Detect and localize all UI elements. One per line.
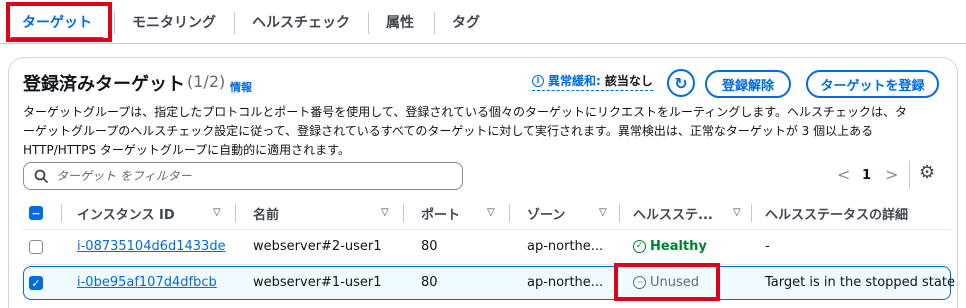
instance-name: webserver#2-user1 [253,239,382,254]
sort-down-icon[interactable]: ▽ [487,207,495,218]
port-value: 80 [421,239,438,254]
chevron-right-icon[interactable]: > [885,165,898,184]
column-divider [751,204,752,222]
column-divider [619,204,620,222]
tab-divider [114,12,115,34]
pager-divider [909,161,910,189]
refresh-icon: ↻ [674,73,688,93]
gear-icon[interactable]: ⚙ [919,162,935,183]
column-header-zone[interactable]: ゾーン [527,204,565,223]
column-header-name[interactable]: 名前 [253,204,279,223]
health-status: ✓ Healthy [633,239,707,254]
highlight-box-targets-tab [6,2,112,42]
deregister-button[interactable]: 登録解除 [705,70,791,98]
info-link[interactable]: 情報 [230,79,252,95]
column-header-health-status[interactable]: ヘルスステ... [633,204,713,223]
column-header-health-details[interactable]: ヘルスステータスの詳細 [765,204,908,223]
column-divider [61,204,62,222]
row-divider [23,229,951,230]
description-line: HTTP/HTTPS ターゲットグループに自動的に適用されます。 [23,143,350,157]
description-line: ーゲットグループのヘルスチェック設定に従って、登録されているすべてのターゲットに… [23,124,874,138]
highlight-box-unused-status [614,263,720,301]
info-circle-icon: i [532,74,544,87]
search-icon [34,169,48,183]
table-header: − インスタンス ID ▽ 名前 ▽ ポート ▽ ゾーン ▽ ヘルスステ... … [23,198,951,228]
tab-divider [434,12,435,34]
table-row[interactable]: i-08735104d6d1433de webserver#2-user1 80… [23,231,951,263]
tab-monitoring[interactable]: モニタリング [132,0,216,44]
page-number[interactable]: 1 [862,168,871,183]
selection-count: (1/2) [187,72,226,91]
registered-targets-panel: 登録済みターゲット (1/2) 情報 i 異常緩和: 該当なし ↻ 登録解除 タ… [8,57,958,308]
column-divider [509,204,510,222]
column-header-port[interactable]: ポート [421,204,460,223]
tab-attributes[interactable]: 属性 [386,0,414,44]
panel-title: 登録済みターゲット [23,74,185,95]
check-circle-icon: ✓ [633,240,646,253]
instance-name: webserver#1-user1 [253,275,382,290]
health-status-label: Healthy [650,239,707,254]
zone-value: ap-northe... [527,239,604,254]
filter-input[interactable] [56,169,436,183]
panel-description: ターゲットグループは、指定したプロトコルとポート番号を使用して、登録されている個… [23,103,907,160]
tab-tags[interactable]: タグ [452,0,480,44]
sort-down-icon[interactable]: ▽ [213,207,221,218]
refresh-button[interactable]: ↻ [667,69,695,97]
tab-divider [234,12,235,34]
row-checkbox[interactable] [29,240,43,254]
chevron-left-icon[interactable]: < [837,165,850,184]
zone-value: ap-northe... [527,275,604,290]
column-header-instance-id[interactable]: インスタンス ID [77,204,175,223]
instance-id-link[interactable]: i-08735104d6d1433de [77,239,226,254]
tab-health-checks[interactable]: ヘルスチェック [252,0,350,44]
column-divider [403,204,404,222]
health-details: - [765,239,770,254]
anomaly-label: 異常緩和: [548,74,601,88]
port-value: 80 [421,275,438,290]
table-row-selected[interactable]: ✓ i-0be95af107d4dfbcb webserver#1-user1 … [23,266,955,300]
health-details: Target is in the stopped state [765,275,955,290]
tab-bar: ターゲット モニタリング ヘルスチェック 属性 タグ [0,0,966,44]
row-divider [23,264,951,265]
anomaly-mitigation-indicator[interactable]: i 異常緩和: 該当なし [532,72,653,91]
column-divider [235,204,236,222]
tab-divider [368,12,369,34]
sort-down-icon[interactable]: ▽ [599,207,607,218]
select-all-checkbox[interactable]: − [29,206,43,220]
sort-down-icon[interactable]: ▽ [381,207,389,218]
description-line: ターゲットグループは、指定したプロトコルとポート番号を使用して、登録されている個… [23,105,908,119]
sort-down-icon[interactable]: ▽ [733,207,741,218]
register-targets-button[interactable]: ターゲットを登録 [806,70,939,98]
row-checkbox[interactable]: ✓ [29,276,43,290]
instance-id-link[interactable]: i-0be95af107d4dfbcb [77,275,217,290]
filter-box[interactable] [23,162,463,190]
anomaly-value: 該当なし [604,74,653,88]
